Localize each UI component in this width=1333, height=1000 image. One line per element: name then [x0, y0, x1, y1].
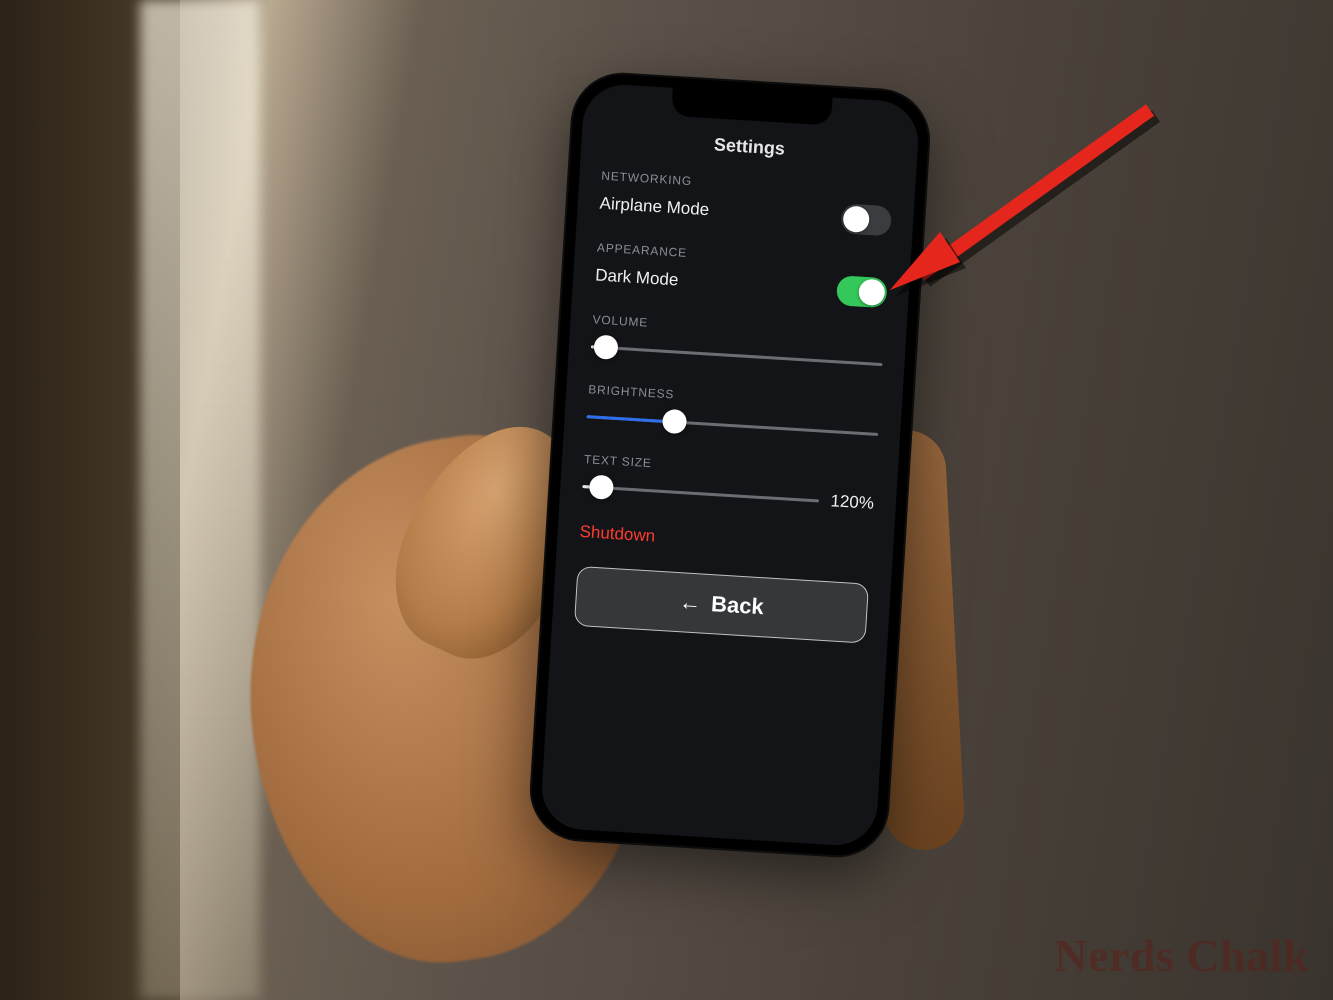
- back-button[interactable]: ← Back: [574, 566, 869, 644]
- slider-track: [591, 345, 883, 366]
- toggle-knob: [842, 205, 870, 233]
- text-size-block: TEXT SIZE 120%: [582, 452, 876, 518]
- airplane-mode-toggle[interactable]: [840, 203, 892, 236]
- phone-notch: [671, 88, 832, 126]
- slider-thumb[interactable]: [589, 474, 614, 499]
- watermark: Nerds Chalk: [1054, 929, 1309, 982]
- back-button-label: Back: [710, 591, 764, 620]
- slider-track: [587, 415, 879, 436]
- toggle-knob: [858, 279, 886, 307]
- page-title: Settings: [603, 128, 896, 167]
- dark-mode-toggle[interactable]: [836, 275, 888, 308]
- shutdown-button[interactable]: Shutdown: [579, 522, 872, 560]
- phone-screen: Settings NETWORKING Airplane Mode APPEAR…: [540, 82, 921, 847]
- background-window-light: [140, 0, 260, 1000]
- airplane-mode-label: Airplane Mode: [599, 194, 710, 221]
- slider-thumb[interactable]: [661, 409, 686, 434]
- dark-mode-label: Dark Mode: [595, 265, 679, 290]
- volume-block: VOLUME: [590, 312, 884, 378]
- phone-frame: Settings NETWORKING Airplane Mode APPEAR…: [527, 70, 933, 861]
- brightness-block: BRIGHTNESS: [586, 382, 880, 448]
- slider-track: [582, 485, 818, 502]
- slider-thumb[interactable]: [593, 334, 618, 359]
- text-size-value: 120%: [830, 491, 875, 514]
- back-arrow-icon: ←: [678, 589, 702, 616]
